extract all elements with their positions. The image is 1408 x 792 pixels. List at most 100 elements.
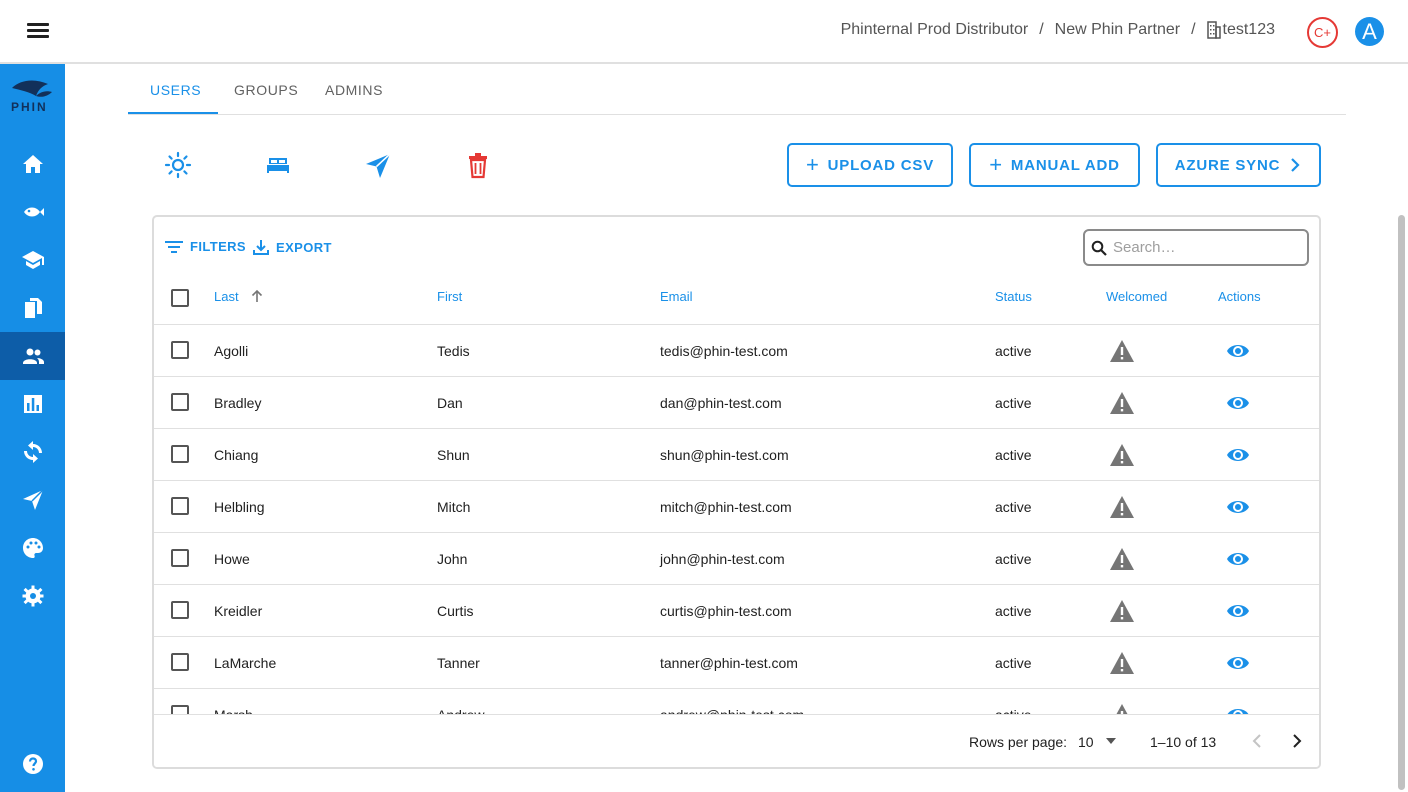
- page-range: 1–10 of 13: [1150, 734, 1217, 750]
- cell-last: Chiang: [214, 447, 259, 463]
- row-checkbox[interactable]: [171, 341, 189, 359]
- select-all-checkbox[interactable]: [171, 289, 189, 307]
- tab-users[interactable]: USERS: [150, 82, 201, 98]
- send-welcome-button[interactable]: [363, 150, 393, 180]
- cell-last: Bradley: [214, 395, 262, 411]
- cell-last: Helbling: [214, 499, 265, 515]
- cell-first: Shun: [437, 447, 470, 463]
- table-row[interactable]: Marsh Andrew andrew@phin-test.com active: [154, 689, 1319, 714]
- table-row[interactable]: Kreidler Curtis curtis@phin-test.com active: [154, 585, 1319, 637]
- manual-add-button[interactable]: + MANUAL ADD: [969, 143, 1140, 187]
- export-button[interactable]: EXPORT: [252, 238, 332, 256]
- table-row[interactable]: Chiang Shun shun@phin-test.com active: [154, 429, 1319, 481]
- search-box[interactable]: [1083, 229, 1309, 266]
- column-header-email[interactable]: Email: [660, 289, 693, 304]
- table-row[interactable]: Agolli Tedis tedis@phin-test.com active: [154, 325, 1319, 377]
- search-icon: [1091, 240, 1107, 256]
- breadcrumb-distributor[interactable]: Phinternal Prod Distributor: [841, 21, 1029, 39]
- sidebar-item-settings[interactable]: [0, 572, 65, 620]
- row-checkbox[interactable]: [171, 549, 189, 567]
- chevron-right-icon: [1291, 158, 1300, 172]
- column-header-welcomed[interactable]: Welcomed: [1106, 289, 1167, 304]
- view-icon[interactable]: [1226, 341, 1250, 361]
- previous-page-icon[interactable]: [1247, 731, 1267, 751]
- deactivate-button[interactable]: [263, 150, 293, 180]
- view-icon[interactable]: [1226, 601, 1250, 621]
- tab-admins[interactable]: ADMINS: [325, 82, 383, 98]
- cell-email: curtis@phin-test.com: [660, 603, 792, 619]
- sidebar-item-training[interactable]: [0, 236, 65, 284]
- cell-email: mitch@phin-test.com: [660, 499, 792, 515]
- view-icon[interactable]: [1226, 549, 1250, 569]
- trash-icon: [469, 153, 487, 179]
- filters-button[interactable]: FILTERS: [164, 238, 246, 254]
- sidebar-item-users[interactable]: [0, 332, 65, 380]
- view-icon[interactable]: [1226, 393, 1250, 413]
- row-checkbox[interactable]: [171, 497, 189, 515]
- table-row[interactable]: Howe John john@phin-test.com active: [154, 533, 1319, 585]
- row-checkbox[interactable]: [171, 705, 189, 714]
- azure-sync-button[interactable]: AZURE SYNC: [1156, 143, 1321, 187]
- activate-button[interactable]: [163, 150, 193, 180]
- menu-icon[interactable]: [24, 20, 52, 44]
- table-row[interactable]: Bradley Dan dan@phin-test.com active: [154, 377, 1319, 429]
- table-body: Agolli Tedis tedis@phin-test.com active Brad…: [154, 325, 1319, 714]
- row-checkbox[interactable]: [171, 653, 189, 671]
- view-icon[interactable]: [1226, 497, 1250, 517]
- warning-icon: [1110, 652, 1134, 674]
- cell-first: Dan: [437, 395, 463, 411]
- sidebar-item-documents[interactable]: [0, 284, 65, 332]
- active-tab-indicator: [128, 112, 218, 114]
- row-checkbox[interactable]: [171, 601, 189, 619]
- rows-per-page-select[interactable]: 10: [1078, 734, 1117, 750]
- tab-groups[interactable]: GROUPS: [234, 82, 298, 98]
- azure-sync-label: AZURE SYNC: [1174, 156, 1281, 174]
- avatar[interactable]: A: [1355, 17, 1384, 46]
- send-icon: [22, 489, 44, 510]
- breadcrumb-company[interactable]: test123: [1223, 21, 1275, 39]
- sidebar-item-sync[interactable]: [0, 428, 65, 476]
- row-checkbox[interactable]: [171, 393, 189, 411]
- users-icon: [22, 348, 44, 364]
- column-header-status[interactable]: Status: [995, 289, 1032, 304]
- warning-icon: [1110, 496, 1134, 518]
- sidebar-item-reports[interactable]: [0, 380, 65, 428]
- cell-last: Kreidler: [214, 603, 263, 619]
- send-icon: [366, 153, 391, 178]
- upload-csv-button[interactable]: + UPLOAD CSV: [787, 143, 953, 187]
- cell-email: andrew@phin-test.com: [660, 707, 804, 714]
- sidebar-item-home[interactable]: [0, 140, 65, 188]
- license-badge[interactable]: C+: [1307, 17, 1338, 48]
- column-header-last[interactable]: Last: [214, 289, 264, 304]
- view-icon[interactable]: [1226, 653, 1250, 673]
- page-scrollbar[interactable]: [1398, 215, 1405, 790]
- cell-status: active: [995, 343, 1032, 359]
- table-row[interactable]: LaMarche Tanner tanner@phin-test.com active: [154, 637, 1319, 689]
- breadcrumb-partner[interactable]: New Phin Partner: [1055, 21, 1180, 39]
- cell-status: active: [995, 603, 1032, 619]
- top-bar: Phinternal Prod Distributor / New Phin P…: [0, 0, 1408, 64]
- cell-email: dan@phin-test.com: [660, 395, 782, 411]
- delete-button[interactable]: [463, 150, 493, 180]
- table-row[interactable]: Helbling Mitch mitch@phin-test.com active: [154, 481, 1319, 533]
- view-icon[interactable]: [1226, 705, 1250, 714]
- sidebar-item-branding[interactable]: [0, 524, 65, 572]
- column-header-actions: Actions: [1218, 289, 1261, 304]
- breadcrumb: Phinternal Prod Distributor / New Phin P…: [841, 21, 1275, 39]
- manual-add-label: MANUAL ADD: [1010, 156, 1120, 174]
- users-table: FILTERS EXPORT Last First Email Status W…: [152, 215, 1321, 769]
- cell-first: Andrew: [437, 707, 484, 714]
- search-input[interactable]: [1113, 239, 1293, 256]
- column-header-first[interactable]: First: [437, 289, 462, 304]
- row-checkbox[interactable]: [171, 445, 189, 463]
- column-label-last: Last: [214, 289, 239, 304]
- warning-icon: [1110, 392, 1134, 414]
- sidebar-item-phishing[interactable]: [0, 188, 65, 236]
- cell-first: Mitch: [437, 499, 471, 515]
- sidebar-item-help[interactable]: [0, 740, 65, 788]
- pagination-bar: Rows per page: 10 1–10 of 13: [154, 714, 1319, 767]
- sidebar-item-campaigns[interactable]: [0, 476, 65, 524]
- cell-first: Curtis: [437, 603, 474, 619]
- view-icon[interactable]: [1226, 445, 1250, 465]
- next-page-icon[interactable]: [1287, 731, 1307, 751]
